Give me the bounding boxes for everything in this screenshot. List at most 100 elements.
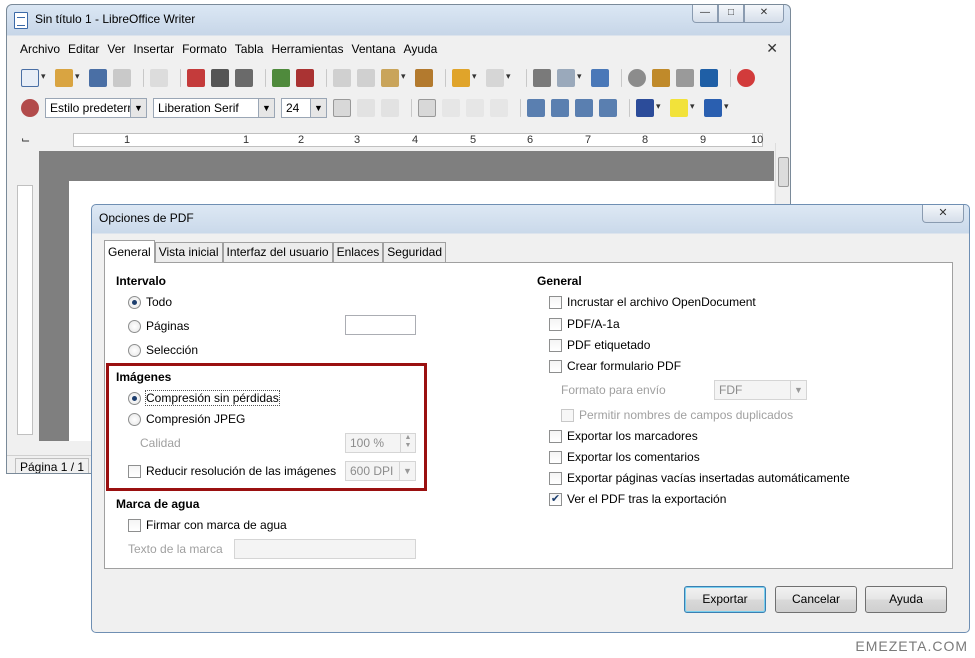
chevron-down-icon[interactable]: ▼ bbox=[399, 462, 415, 480]
align-right-icon[interactable] bbox=[466, 99, 484, 117]
watermark-text-input[interactable] bbox=[234, 539, 416, 559]
font-color-icon[interactable] bbox=[636, 99, 654, 117]
range-pages-option[interactable]: Páginas bbox=[128, 319, 189, 333]
radio-selected[interactable] bbox=[128, 391, 141, 405]
pages-input[interactable] bbox=[345, 315, 416, 335]
italic-icon[interactable] bbox=[357, 99, 375, 117]
font-name-select[interactable]: Liberation Serif ▼ bbox=[153, 98, 275, 118]
save-icon[interactable] bbox=[89, 69, 107, 87]
embed-odf-option[interactable]: Incrustar el archivo OpenDocument bbox=[549, 295, 756, 309]
radio-unselected[interactable] bbox=[128, 319, 141, 333]
new-document-icon[interactable] bbox=[21, 69, 39, 87]
tab-general[interactable]: General bbox=[104, 240, 155, 263]
tab-vista-inicial[interactable]: Vista inicial bbox=[154, 242, 223, 263]
radio-unselected[interactable] bbox=[128, 412, 141, 426]
checkbox-unchecked[interactable] bbox=[549, 471, 562, 485]
bold-icon[interactable] bbox=[333, 99, 351, 117]
cancel-button[interactable]: Cancelar bbox=[775, 586, 857, 613]
minimize-button[interactable]: — bbox=[692, 5, 718, 23]
background-color-icon[interactable] bbox=[704, 99, 722, 117]
export-button[interactable]: Exportar bbox=[684, 586, 766, 613]
open-folder-icon[interactable] bbox=[55, 69, 73, 87]
clone-formatting-icon[interactable] bbox=[415, 69, 433, 87]
numbering-icon[interactable] bbox=[527, 99, 545, 117]
checkbox-unchecked[interactable] bbox=[549, 295, 562, 309]
checkbox-checked[interactable]: ✔ bbox=[549, 492, 562, 506]
checkbox-unchecked[interactable] bbox=[549, 317, 562, 331]
dialog-close-button[interactable]: ✕ bbox=[922, 205, 964, 223]
menu-ver[interactable]: Ver bbox=[107, 42, 125, 56]
help-lifebuoy-icon[interactable] bbox=[737, 69, 755, 87]
chevron-down-icon[interactable]: ▼ bbox=[130, 99, 146, 117]
align-left-icon[interactable] bbox=[418, 99, 436, 117]
checkbox-unchecked[interactable] bbox=[128, 464, 141, 478]
menu-formato[interactable]: Formato bbox=[182, 42, 227, 56]
view-pdf-option[interactable]: ✔ Ver el PDF tras la exportación bbox=[549, 492, 726, 506]
show-draw-functions-icon[interactable] bbox=[591, 69, 609, 87]
close-window-button[interactable]: ✕ bbox=[744, 5, 784, 23]
open-dropdown-icon[interactable] bbox=[75, 69, 83, 87]
pdfa-option[interactable]: PDF/A-1a bbox=[549, 317, 620, 331]
hyperlink-icon[interactable] bbox=[533, 69, 551, 87]
allow-duplicates-option[interactable]: Permitir nombres de campos duplicados bbox=[561, 408, 793, 422]
redo-icon[interactable] bbox=[486, 69, 504, 87]
checkbox-unchecked[interactable] bbox=[549, 429, 562, 443]
dpi-select[interactable]: 600 DPI ▼ bbox=[345, 461, 416, 481]
cut-icon[interactable] bbox=[333, 69, 351, 87]
tab-stop-icon[interactable]: ⌙ bbox=[21, 133, 30, 146]
chevron-down-icon[interactable]: ▼ bbox=[790, 381, 806, 399]
export-pdf-icon[interactable] bbox=[187, 69, 205, 87]
data-sources-icon[interactable] bbox=[676, 69, 694, 87]
spellcheck-icon[interactable] bbox=[272, 69, 290, 87]
bullets-icon[interactable] bbox=[551, 99, 569, 117]
range-selection-option[interactable]: Selección bbox=[128, 343, 198, 357]
navigator-icon[interactable] bbox=[628, 69, 646, 87]
new-dropdown-icon[interactable] bbox=[41, 69, 49, 87]
formatting-marks-icon[interactable] bbox=[700, 69, 718, 87]
vertical-ruler[interactable] bbox=[17, 185, 33, 435]
menu-herramientas[interactable]: Herramientas bbox=[271, 42, 343, 56]
undo-icon[interactable] bbox=[452, 69, 470, 87]
align-center-icon[interactable] bbox=[442, 99, 460, 117]
gallery-icon[interactable] bbox=[652, 69, 670, 87]
help-button[interactable]: Ayuda bbox=[865, 586, 947, 613]
checkbox-unchecked[interactable] bbox=[128, 518, 141, 532]
tab-seguridad[interactable]: Seguridad bbox=[383, 242, 446, 263]
underline-icon[interactable] bbox=[381, 99, 399, 117]
menu-tabla[interactable]: Tabla bbox=[235, 42, 264, 56]
menu-ayuda[interactable]: Ayuda bbox=[404, 42, 438, 56]
undo-dropdown-icon[interactable] bbox=[472, 69, 480, 87]
page-indicator[interactable]: Página 1 / 1 bbox=[15, 458, 90, 473]
export-blank-pages-option[interactable]: Exportar páginas vacías insertadas autom… bbox=[549, 471, 850, 485]
copy-icon[interactable] bbox=[357, 69, 375, 87]
edit-mode-icon[interactable] bbox=[150, 69, 168, 87]
email-icon[interactable] bbox=[113, 69, 131, 87]
watermark-sign-option[interactable]: Firmar con marca de agua bbox=[128, 518, 287, 532]
paste-icon[interactable] bbox=[381, 69, 399, 87]
background-dropdown-icon[interactable] bbox=[724, 99, 732, 117]
font-size-select[interactable]: 24 ▼ bbox=[281, 98, 327, 118]
paste-dropdown-icon[interactable] bbox=[401, 69, 409, 87]
tab-enlaces[interactable]: Enlaces bbox=[332, 242, 384, 263]
increase-indent-icon[interactable] bbox=[599, 99, 617, 117]
chevron-down-icon[interactable]: ▼ bbox=[258, 99, 274, 117]
export-bookmarks-option[interactable]: Exportar los marcadores bbox=[549, 429, 698, 443]
menu-editar[interactable]: Editar bbox=[68, 42, 99, 56]
styles-formatting-icon[interactable] bbox=[21, 99, 39, 117]
justify-icon[interactable] bbox=[490, 99, 508, 117]
checkbox-unchecked[interactable] bbox=[561, 408, 574, 422]
menu-insertar[interactable]: Insertar bbox=[133, 42, 174, 56]
checkbox-unchecked[interactable] bbox=[549, 359, 562, 373]
tagged-pdf-option[interactable]: PDF etiquetado bbox=[549, 338, 650, 352]
print-preview-icon[interactable] bbox=[235, 69, 253, 87]
maximize-button[interactable]: □ bbox=[718, 5, 744, 23]
checkbox-unchecked[interactable] bbox=[549, 338, 562, 352]
menu-archivo[interactable]: Archivo bbox=[20, 42, 60, 56]
horizontal-ruler[interactable]: ⌙ 1 1 2 3 4 5 6 7 8 9 10 bbox=[7, 129, 790, 151]
tab-interfaz-usuario[interactable]: Interfaz del usuario bbox=[222, 242, 333, 263]
redo-dropdown-icon[interactable] bbox=[506, 69, 514, 87]
spinner-arrows-icon[interactable]: ▲ ▼ bbox=[400, 434, 415, 452]
lossless-compression-option[interactable]: Compresión sin pérdidas bbox=[128, 390, 280, 406]
quality-spinner[interactable]: 100 % ▲ ▼ bbox=[345, 433, 416, 453]
radio-selected[interactable] bbox=[128, 295, 141, 309]
